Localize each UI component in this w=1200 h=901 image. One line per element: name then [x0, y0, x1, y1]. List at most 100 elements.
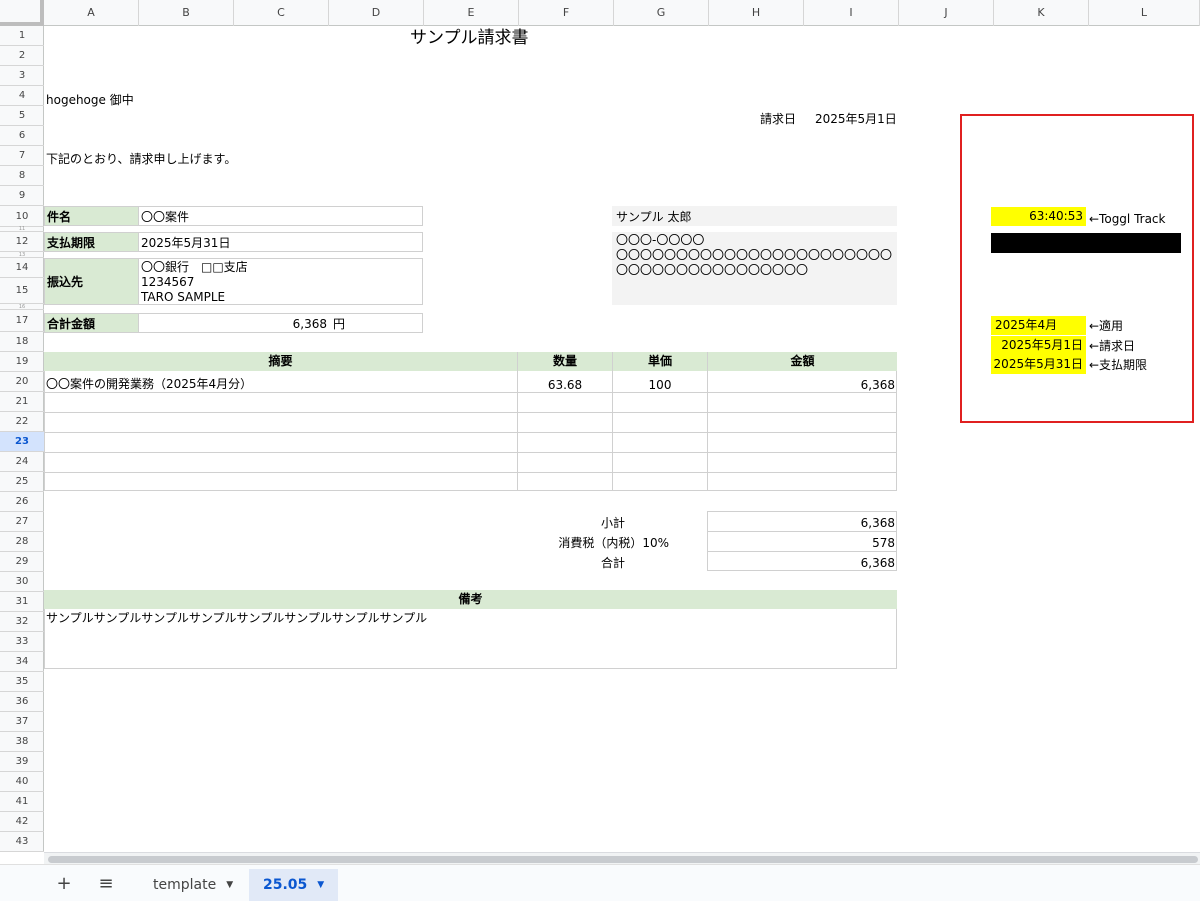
chevron-down-icon[interactable]: ▼ — [226, 869, 233, 901]
notes-value[interactable]: サンプルサンプルサンプルサンプルサンプルサンプルサンプルサンプル — [46, 610, 427, 626]
row-header[interactable]: 25 — [0, 472, 44, 492]
row-header[interactable]: 18 — [0, 332, 44, 352]
add-sheet-button[interactable]: + — [50, 873, 78, 897]
redacted-cell — [991, 233, 1181, 253]
due-label: 支払期限 — [47, 236, 96, 250]
issuer-name[interactable]: サンプル 太郎 — [616, 209, 691, 225]
bank-line-1[interactable]: 〇〇銀行 □□支店 — [141, 260, 248, 275]
spreadsheet-grid[interactable]: A B C D E F G H I J K L 1 2 3 4 5 6 7 8 … — [0, 0, 1200, 852]
total-unit: 円 — [333, 317, 346, 331]
row-header[interactable]: 43 — [0, 832, 44, 852]
date-label: 請求日 — [760, 112, 797, 126]
column-header-j[interactable]: J — [899, 0, 994, 26]
row-header[interactable]: 22 — [0, 412, 44, 432]
row-header[interactable]: 29 — [0, 552, 44, 572]
column-header-k[interactable]: K — [994, 0, 1089, 26]
table-header-unit-price: 単価 — [613, 352, 708, 371]
line-item-unit-price[interactable]: 100 — [613, 377, 707, 393]
line-item-quantity[interactable]: 63.68 — [518, 377, 612, 393]
column-header-c[interactable]: C — [234, 0, 329, 26]
row-header[interactable]: 37 — [0, 712, 44, 732]
row-header[interactable]: 41 — [0, 792, 44, 812]
row-header[interactable]: 10 — [0, 206, 44, 227]
row-header[interactable]: 12 — [0, 232, 44, 252]
row-header[interactable]: 40 — [0, 772, 44, 792]
column-header-a[interactable]: A — [44, 0, 139, 26]
row-header[interactable]: 21 — [0, 392, 44, 412]
column-header-i[interactable]: I — [804, 0, 899, 26]
due-date-value[interactable]: 2025年5月31日 — [991, 355, 1086, 374]
sheet-tab-active[interactable]: 25.05 ▼ — [249, 869, 339, 901]
horizontal-scrollbar[interactable] — [44, 852, 1200, 864]
row-divider — [44, 412, 897, 413]
row-header[interactable]: 32 — [0, 612, 44, 632]
row-header[interactable]: 7 — [0, 146, 44, 166]
issuer-address-line-1[interactable]: 〇〇〇-〇〇〇〇 — [616, 233, 704, 248]
row-header[interactable]: 33 — [0, 632, 44, 652]
period-value[interactable]: 2025年4月 — [991, 316, 1086, 335]
issuer-address-line-2[interactable]: 〇〇〇〇〇〇〇〇〇〇〇〇〇〇〇〇〇〇〇〇〇〇〇 — [616, 248, 892, 263]
row-header[interactable]: 31 — [0, 592, 44, 612]
subtotal-value[interactable]: 6,368 — [708, 515, 895, 531]
row-header[interactable]: 19 — [0, 352, 44, 372]
column-headers: A B C D E F G H I J K L — [0, 0, 1200, 26]
row-divider — [707, 531, 897, 532]
subject-value[interactable]: 〇〇案件 — [141, 209, 189, 225]
row-header[interactable]: 4 — [0, 86, 44, 106]
all-sheets-menu-button[interactable]: ≡ — [92, 873, 120, 897]
row-header[interactable]: 38 — [0, 732, 44, 752]
row-header[interactable]: 24 — [0, 452, 44, 472]
row-header[interactable]: 9 — [0, 186, 44, 206]
row-header[interactable]: 42 — [0, 812, 44, 832]
due-value[interactable]: 2025年5月31日 — [141, 235, 230, 251]
row-headers: 1 2 3 4 5 6 7 8 9 10 11 12 13 14 15 16 1… — [0, 26, 44, 852]
sheet-tab-template[interactable]: template ▼ — [139, 869, 247, 901]
chevron-down-icon[interactable]: ▼ — [317, 869, 324, 901]
row-header[interactable]: 28 — [0, 532, 44, 552]
line-item-description[interactable]: 〇〇案件の開発業務（2025年4月分） — [46, 376, 252, 392]
scrollbar-thumb[interactable] — [48, 856, 1198, 863]
row-header[interactable]: 27 — [0, 512, 44, 532]
row-header[interactable]: 14 — [0, 258, 44, 278]
table-header-amount: 金額 — [708, 352, 897, 371]
row-header-selected[interactable]: 23 — [0, 432, 44, 452]
row-header[interactable]: 34 — [0, 652, 44, 672]
select-all-corner[interactable] — [0, 0, 44, 26]
row-header[interactable]: 2 — [0, 46, 44, 66]
row-header[interactable]: 20 — [0, 372, 44, 392]
row-header[interactable]: 35 — [0, 672, 44, 692]
bank-line-3[interactable]: TARO SAMPLE — [141, 290, 225, 305]
column-header-d[interactable]: D — [329, 0, 424, 26]
issuer-address-line-3[interactable]: 〇〇〇〇〇〇〇〇〇〇〇〇〇〇〇〇 — [616, 263, 808, 278]
total-value[interactable]: 6,368 — [230, 316, 327, 332]
column-header-h[interactable]: H — [709, 0, 804, 26]
due-date-note: ←支払期限 — [1089, 358, 1148, 372]
bill-date-value[interactable]: 2025年5月1日 — [991, 336, 1086, 355]
row-header[interactable]: 17 — [0, 310, 44, 332]
column-header-f[interactable]: F — [519, 0, 614, 26]
row-divider — [44, 432, 897, 433]
divider — [138, 258, 139, 305]
tracked-hours-value[interactable]: 63:40:53 — [991, 207, 1086, 226]
column-header-l[interactable]: L — [1089, 0, 1200, 26]
column-header-b[interactable]: B — [139, 0, 234, 26]
line-item-amount[interactable]: 6,368 — [708, 377, 895, 393]
bank-line-2[interactable]: 1234567 — [141, 275, 194, 290]
row-header[interactable]: 36 — [0, 692, 44, 712]
sheet-tab-bar: + ≡ template ▼ 25.05 ▼ — [0, 864, 1200, 901]
row-header[interactable]: 15 — [0, 278, 44, 304]
row-header[interactable]: 3 — [0, 66, 44, 86]
grand-total-value[interactable]: 6,368 — [708, 555, 895, 571]
column-header-g[interactable]: G — [614, 0, 709, 26]
row-header[interactable]: 6 — [0, 126, 44, 146]
row-header[interactable]: 1 — [0, 26, 44, 46]
divider — [138, 232, 139, 252]
row-header[interactable]: 30 — [0, 572, 44, 592]
row-header[interactable]: 8 — [0, 166, 44, 186]
row-header[interactable]: 26 — [0, 492, 44, 512]
notes-header: 備考 — [44, 590, 897, 609]
tax-value[interactable]: 578 — [708, 535, 895, 551]
column-header-e[interactable]: E — [424, 0, 519, 26]
row-header[interactable]: 39 — [0, 752, 44, 772]
row-header[interactable]: 5 — [0, 106, 44, 126]
